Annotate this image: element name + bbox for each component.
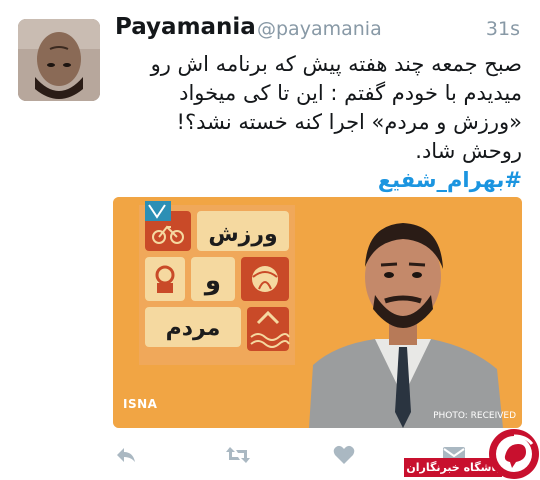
retweet-icon: [226, 447, 250, 463]
user-handle[interactable]: @payamania: [257, 18, 382, 40]
hashtag-link[interactable]: #بهرام_شفیع: [115, 166, 522, 195]
media-watermark: ISNA: [123, 397, 158, 411]
tv-screenshot-image: ورزش و مردم: [113, 197, 522, 428]
photo-credit: PHOTO: RECEIVED: [433, 411, 516, 421]
brand-watermark: باشگاه خبرنگاران: [404, 424, 540, 479]
avatar[interactable]: [18, 19, 100, 101]
retweet-button[interactable]: [223, 440, 253, 470]
reply-icon: [117, 448, 135, 462]
like-icon: [333, 445, 355, 464]
tweet-text-line: روحش شاد.: [415, 139, 522, 163]
tweet-text-line: «ورزش و مردم» اجرا کنه خسته نشد؟!: [176, 110, 522, 134]
display-name[interactable]: Payamania: [115, 14, 256, 40]
like-button[interactable]: [329, 440, 359, 470]
brand-logo-icon: [489, 429, 539, 479]
tweet-text-line: میدیدم با خودم گفتم : این تا کی میخواد: [179, 81, 522, 105]
logo-word-mardom: مردم: [166, 316, 221, 341]
reply-button[interactable]: [111, 440, 141, 470]
tweet-text-line: صبح جمعه چند هفته پیش که برنامه اش رو: [150, 52, 522, 76]
logo-word-varzesh: ورزش: [208, 222, 277, 247]
tweet-text: صبح جمعه چند هفته پیش که برنامه اش رو می…: [115, 50, 522, 195]
tweet-header: Payamania @payamania 31s: [115, 14, 522, 48]
logo-word-va: و: [203, 266, 221, 296]
tweet-media[interactable]: ورزش و مردم ISNA PHOTO: RECEIVED: [113, 197, 522, 428]
timestamp[interactable]: 31s: [486, 18, 520, 40]
avatar-image: [18, 19, 100, 101]
